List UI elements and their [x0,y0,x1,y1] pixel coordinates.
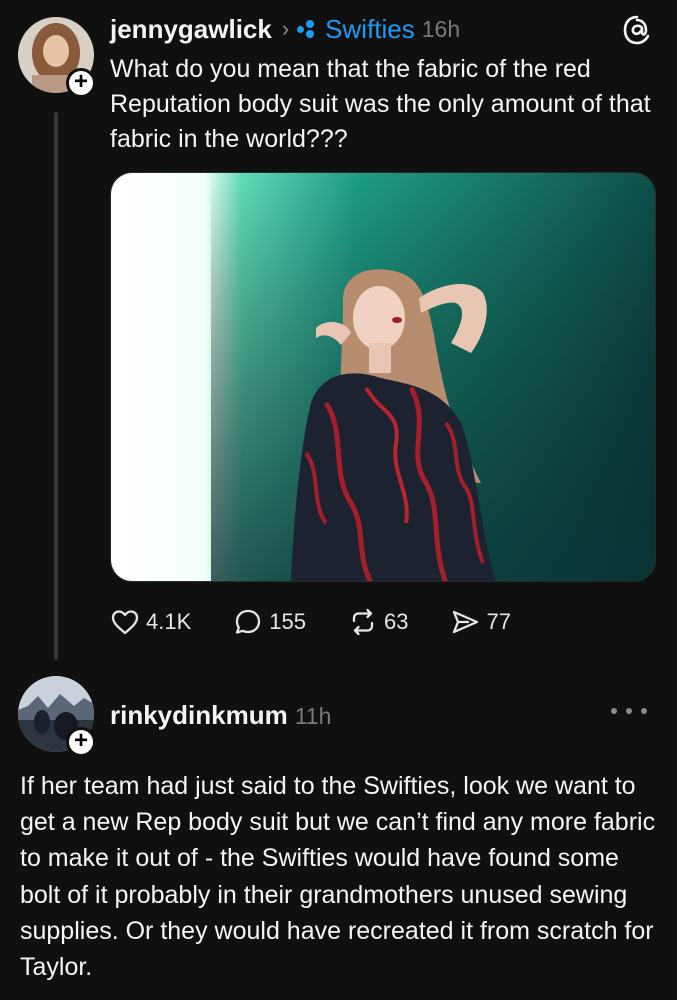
repost-icon [352,608,374,636]
like-button[interactable]: 4.1K [110,607,191,637]
comment-icon [236,609,261,634]
username-jennygawlick[interactable]: jennygawlick [110,14,272,45]
post-actions: 4.1K 155 63 77 [110,604,553,640]
reply-count: 155 [269,609,306,634]
share-button[interactable]: 77 [450,607,511,637]
heart-icon [111,610,139,635]
post-header: jennygawlick › Swifties 16h [110,13,460,45]
repost-button[interactable]: 63 [348,607,408,637]
username-rinkydinkmum[interactable]: rinkydinkmum [110,700,288,731]
chevron-right-icon: › [281,16,290,41]
post-body-text: What do you mean that the fabric of the … [110,55,651,153]
follow-jennygawlick-button[interactable]: + [66,68,96,98]
more-icon[interactable] [611,701,647,721]
send-icon [453,610,479,634]
follow-rinkydinkmum-button[interactable]: + [66,727,96,757]
post-timestamp: 16h [421,15,461,42]
reply-button[interactable]: 155 [233,607,306,637]
repost-count: 63 [383,609,409,634]
threads-logo-icon[interactable] [621,14,653,46]
like-count: 4.1K [146,609,192,634]
community-link-swifties[interactable]: Swifties [325,14,415,45]
post-image[interactable] [110,172,656,582]
thread-connector-line [54,112,58,660]
share-count: 77 [486,609,511,634]
reply-header: rinkydinkmum 11h [110,700,331,731]
community-icon [297,19,319,39]
reply-body-text: If her team had just said to the Swiftie… [20,772,656,982]
reply-timestamp: 11h [294,703,332,729]
